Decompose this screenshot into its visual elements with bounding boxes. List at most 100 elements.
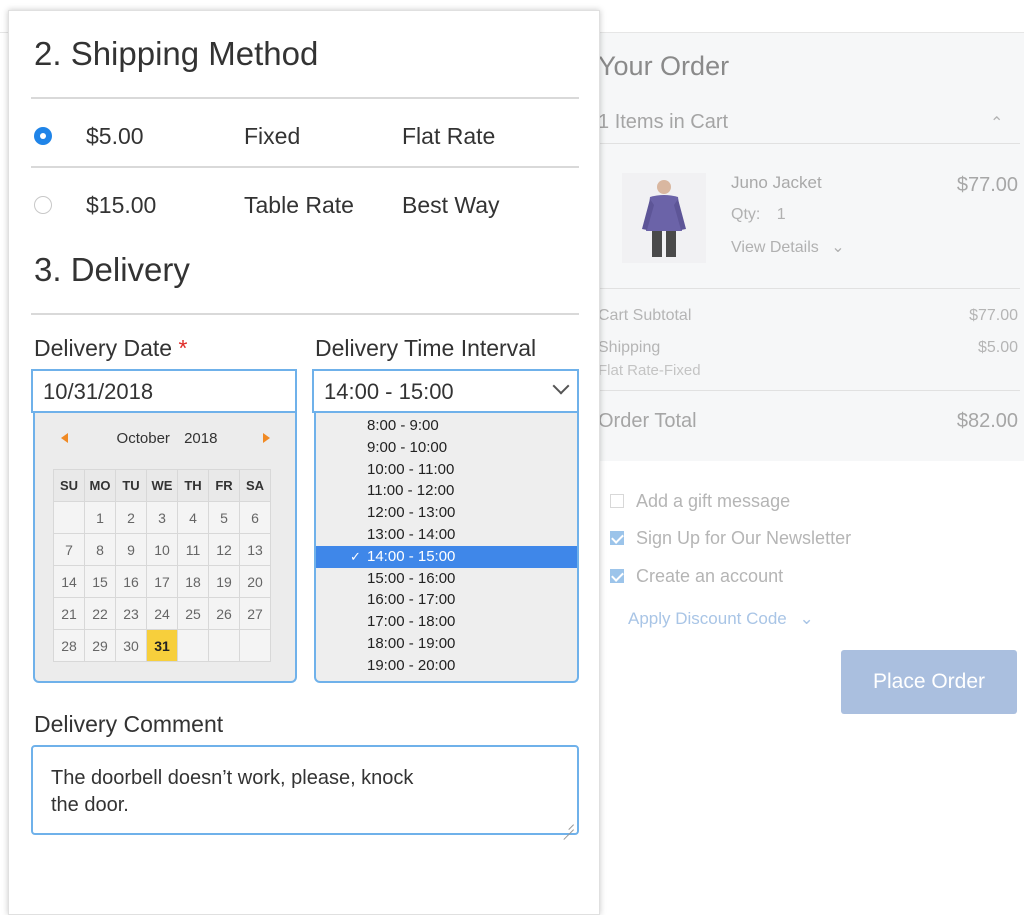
time-option-label: 18:00 - 19:00 [367, 634, 456, 652]
calendar-day[interactable]: 27 [239, 597, 271, 630]
shipping-value: $5.00 [977, 339, 1018, 356]
view-details-label: View Details [731, 239, 819, 256]
calendar-day-selected[interactable]: 31 [146, 629, 178, 662]
calendar-day[interactable]: 20 [239, 565, 271, 598]
divider [598, 288, 1020, 289]
next-month-icon[interactable] [263, 433, 270, 443]
delivery-comment-textarea[interactable]: The doorbell doesn’t work, please, knock… [31, 745, 579, 835]
calendar-day[interactable]: 22 [84, 597, 116, 630]
product-name[interactable]: Juno Jacket [731, 173, 822, 193]
weekday: TH [177, 469, 209, 502]
apply-discount-link[interactable]: Apply Discount Code ⌄ [628, 609, 814, 629]
time-option[interactable]: 13:00 - 14:00 [316, 524, 577, 546]
calendar-day[interactable]: 11 [177, 533, 209, 566]
calendar-day[interactable]: 16 [115, 565, 147, 598]
shipping-method-title: 2. Shipping Method [34, 35, 319, 72]
shipping-label: Shipping [598, 339, 661, 356]
time-option[interactable]: 8:00 - 9:00 [316, 415, 577, 437]
calendar-day[interactable]: 24 [146, 597, 178, 630]
chevron-up-icon[interactable]: ⌃ [990, 113, 1003, 133]
time-option[interactable]: 19:00 - 20:00 [316, 655, 577, 677]
time-option[interactable]: 18:00 - 19:00 [316, 633, 577, 655]
shipping-radio-fixed[interactable] [34, 127, 52, 145]
weekday: SU [53, 469, 85, 502]
calendar-day[interactable]: 21 [53, 597, 85, 630]
chevron-down-icon: ⌄ [799, 609, 814, 628]
time-option-selected[interactable]: ✓ 14:00 - 15:00 [316, 545, 577, 568]
time-option[interactable]: 10:00 - 11:00 [316, 459, 577, 481]
jacket-image [642, 180, 686, 257]
calendar-day[interactable]: 4 [177, 501, 209, 534]
order-summary-title: Your Order [598, 51, 730, 81]
calendar-day[interactable]: 28 [53, 629, 85, 662]
divider [31, 166, 579, 168]
calendar-day[interactable]: 30 [115, 629, 147, 662]
time-option-label: 19:00 - 20:00 [367, 656, 456, 674]
create-account-option[interactable]: Create an account [610, 566, 783, 587]
gift-message-checkbox[interactable] [610, 494, 624, 508]
view-details-toggle[interactable]: View Details ⌄ [731, 237, 845, 257]
product-price: $77.00 [956, 174, 1018, 196]
shipping-radio-table-rate[interactable] [34, 196, 52, 214]
calendar-day[interactable]: 12 [208, 533, 240, 566]
calendar-day-empty [208, 629, 240, 662]
time-option[interactable]: 16:00 - 17:00 [316, 589, 577, 611]
items-in-cart-toggle[interactable]: 1 Items in Cart [598, 111, 728, 134]
calendar-day[interactable]: 5 [208, 501, 240, 534]
calendar-day[interactable]: 8 [84, 533, 116, 566]
calendar-day[interactable]: 9 [115, 533, 147, 566]
calendar-day[interactable]: 7 [53, 533, 85, 566]
shipping-method-name: Fixed [244, 123, 301, 149]
time-option[interactable]: 15:00 - 16:00 [316, 568, 577, 590]
delivery-time-label: Delivery Time Interval [315, 335, 537, 361]
calendar-day-empty [239, 629, 271, 662]
time-option[interactable]: 11:00 - 12:00 [316, 480, 577, 502]
calendar-day[interactable]: 17 [146, 565, 178, 598]
qty-value: 1 [776, 206, 786, 223]
newsletter-option[interactable]: Sign Up for Our Newsletter [610, 528, 851, 549]
calendar-day[interactable]: 14 [53, 565, 85, 598]
calendar-month-year: October 2018 [35, 430, 299, 447]
time-interval-listbox[interactable]: 8:00 - 9:00 9:00 - 10:00 10:00 - 11:00 1… [314, 413, 579, 683]
weekday: SA [239, 469, 271, 502]
place-order-button[interactable]: Place Order [841, 650, 1017, 714]
weekday-header: SU MO TU WE TH FR SA [53, 469, 271, 502]
required-asterisk: * [178, 335, 188, 361]
time-option[interactable]: 9:00 - 10:00 [316, 437, 577, 459]
divider [31, 313, 579, 315]
calendar-day[interactable]: 2 [115, 501, 147, 534]
calendar-week: 28 29 30 31 [53, 629, 271, 662]
calendar-day[interactable]: 10 [146, 533, 178, 566]
calendar-day[interactable]: 3 [146, 501, 178, 534]
calendar-day[interactable]: 6 [239, 501, 271, 534]
calendar-day[interactable]: 15 [84, 565, 116, 598]
delivery-date-label-text: Delivery Date [34, 335, 173, 361]
divider [598, 390, 1020, 391]
calendar-day[interactable]: 13 [239, 533, 271, 566]
date-picker: October 2018 SU MO TU WE TH FR SA 1 2 3 … [33, 413, 297, 683]
delivery-date-input[interactable]: 10/31/2018 [31, 369, 297, 413]
calendar-day[interactable]: 25 [177, 597, 209, 630]
calendar-day[interactable]: 26 [208, 597, 240, 630]
shipping-option-fixed[interactable]: $5.00 Fixed Flat Rate [31, 123, 579, 191]
create-account-checkbox[interactable] [610, 569, 624, 583]
calendar-day[interactable]: 23 [115, 597, 147, 630]
time-option[interactable]: 17:00 - 18:00 [316, 611, 577, 633]
delivery-time-value: 14:00 - 15:00 [324, 379, 454, 404]
calendar-day[interactable]: 19 [208, 565, 240, 598]
comment-text-line: the door. [51, 794, 129, 816]
delivery-date-label: Delivery Date * [34, 335, 187, 362]
checkout-panel: 2. Shipping Method $5.00 Fixed Flat Rate… [8, 10, 600, 915]
time-option-label: 15:00 - 16:00 [367, 569, 456, 587]
resize-handle-icon[interactable] [562, 818, 574, 830]
calendar-day[interactable]: 29 [84, 629, 116, 662]
delivery-title: 3. Delivery [34, 251, 190, 288]
delivery-time-select[interactable]: 14:00 - 15:00 [312, 369, 579, 413]
gift-message-option[interactable]: Add a gift message [610, 491, 790, 512]
calendar-day[interactable]: 1 [84, 501, 116, 534]
newsletter-checkbox[interactable] [610, 531, 624, 545]
chevron-down-icon: ⌄ [831, 239, 845, 256]
calendar-day-empty [53, 501, 85, 534]
time-option[interactable]: 12:00 - 13:00 [316, 502, 577, 524]
calendar-day[interactable]: 18 [177, 565, 209, 598]
